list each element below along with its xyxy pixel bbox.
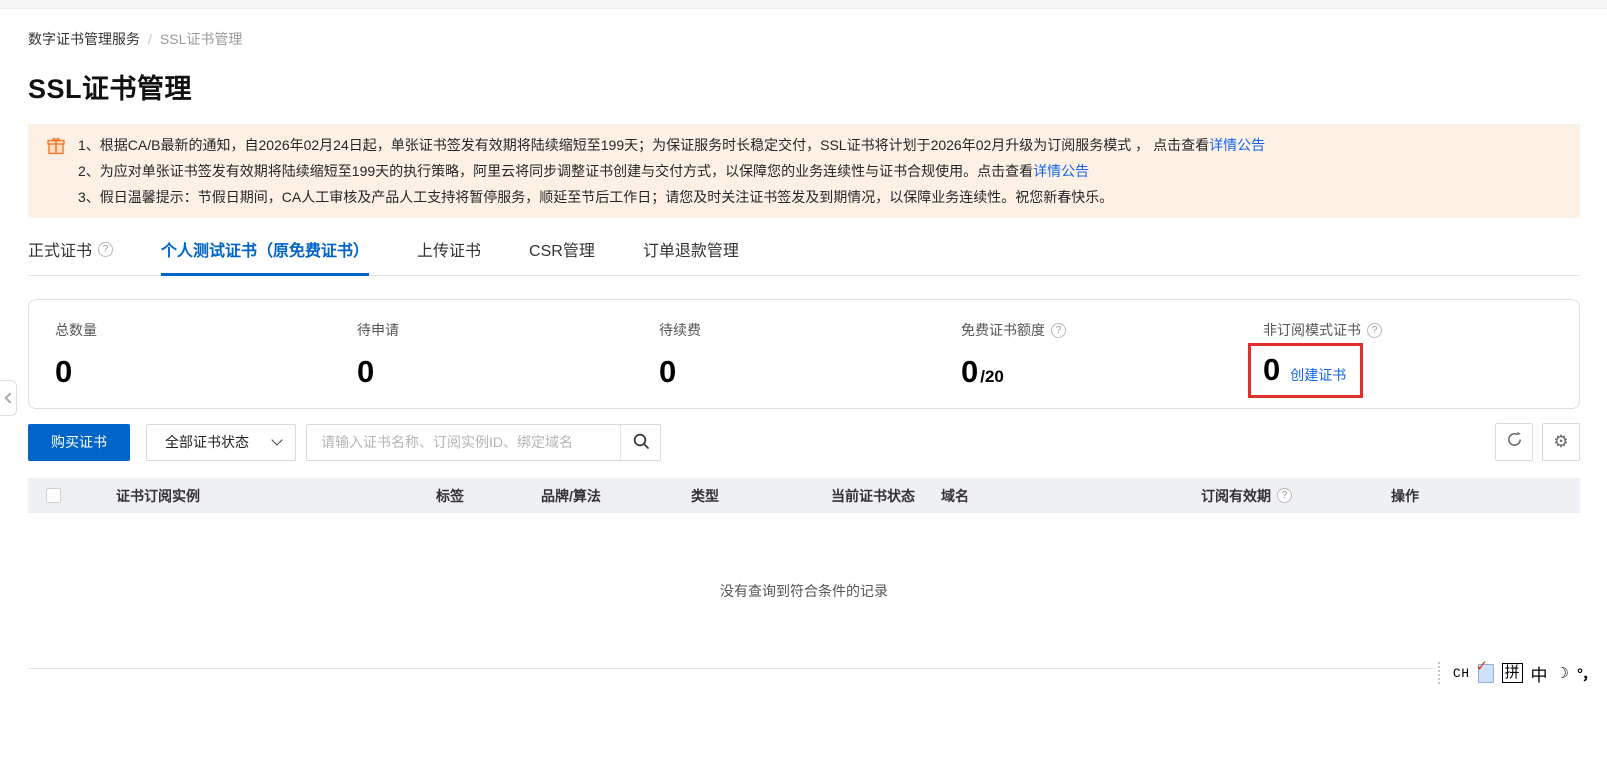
buy-certificate-button[interactable]: 购买证书 [28, 424, 130, 461]
tab-csr-management[interactable]: CSR管理 [529, 237, 595, 275]
ime-punctuation-indicator[interactable]: °， [1577, 663, 1596, 684]
settings-button[interactable]: ⚙ [1542, 423, 1580, 461]
tab-upload-certs[interactable]: 上传证书 [417, 237, 481, 275]
window-top-strip [0, 0, 1607, 9]
tab-official-certs-label: 正式证书 [28, 237, 92, 261]
tab-csr-management-label: CSR管理 [529, 237, 595, 261]
notice-line-1: 1、根据CA/B最新的通知，自2026年02月24日起，单张证书签发有效期将陆续… [78, 132, 1562, 158]
tab-order-refund-label: 订单退款管理 [643, 237, 739, 261]
breadcrumb-current: SSL证书管理 [160, 29, 242, 49]
breadcrumb-root[interactable]: 数字证书管理服务 [28, 29, 140, 49]
ime-notepad-icon[interactable]: ✓ [1478, 664, 1494, 683]
stat-total-label: 总数量 [55, 320, 357, 340]
notice-banner: 1、根据CA/B最新的通知，自2026年02月24日起，单张证书签发有效期将陆续… [28, 124, 1580, 218]
annotation-highlight-box: 0 创建证书 [1248, 343, 1363, 398]
column-header-action[interactable]: 操作 [1375, 486, 1580, 506]
chevron-down-icon [271, 434, 282, 445]
ime-language-bar: CH ✓ 拼 中 ☽ °， [1436, 659, 1598, 687]
select-all-checkbox[interactable] [46, 488, 61, 503]
empty-state: 没有查询到符合条件的记录 [28, 513, 1580, 669]
stat-pending-renew-label: 待续费 [659, 320, 961, 340]
notice-link-1[interactable]: 详情公告 [1209, 137, 1265, 153]
sidebar-collapse-handle[interactable] [0, 380, 17, 416]
notice-line-3: 3、假日温馨提示：节假日期间，CA人工审核及产品人工支持将暂停服务，顺延至节后工… [78, 184, 1562, 210]
notice-lines: 1、根据CA/B最新的通知，自2026年02月24日起，单张证书签发有效期将陆续… [78, 132, 1562, 210]
stat-pending-apply-value: 0 [357, 356, 374, 387]
ime-pinyin-indicator[interactable]: 拼 [1502, 663, 1523, 683]
notice-link-2[interactable]: 详情公告 [1033, 163, 1089, 179]
column-header-status[interactable]: 当前证书状态 [815, 486, 925, 506]
search-icon [632, 432, 650, 453]
tab-official-certs[interactable]: 正式证书 ? [28, 237, 113, 275]
stat-non-subscription: 非订阅模式证书 ? 0 创建证书 [1263, 320, 1565, 408]
search-button[interactable] [620, 425, 660, 460]
help-icon[interactable]: ? [1051, 323, 1066, 338]
stat-pending-apply: 待申请 0 [357, 320, 659, 408]
tab-personal-test-certs-label: 个人测试证书（原免费证书） [161, 237, 369, 261]
select-all-cell [28, 488, 100, 503]
search-box [306, 424, 661, 461]
stat-non-subscription-value: 0 [1263, 354, 1280, 385]
help-icon[interactable]: ? [1277, 488, 1292, 503]
tab-upload-certs-label: 上传证书 [417, 237, 481, 261]
column-header-tag[interactable]: 标签 [420, 486, 525, 506]
stat-pending-renew: 待续费 0 [659, 320, 961, 408]
stat-free-quota-value: 0 [961, 356, 978, 387]
stat-total: 总数量 0 [55, 320, 357, 408]
certificate-status-filter[interactable]: 全部证书状态 [146, 424, 296, 461]
column-header-domain[interactable]: 域名 [925, 486, 1185, 506]
search-input[interactable] [307, 425, 620, 460]
gift-icon [46, 136, 66, 156]
stat-free-quota-suffix: /20 [980, 367, 1004, 387]
empty-state-text: 没有查询到符合条件的记录 [720, 581, 888, 601]
toolbar-right-actions: ⚙ [1495, 423, 1580, 461]
certificate-status-filter-value: 全部证书状态 [165, 432, 249, 452]
tab-order-refund[interactable]: 订单退款管理 [643, 237, 739, 275]
table-header-row: 证书订阅实例 标签 品牌/算法 类型 当前证书状态 域名 订阅有效期 ? 操作 [28, 478, 1580, 513]
tab-personal-test-certs[interactable]: 个人测试证书（原免费证书） [161, 237, 369, 276]
ssl-console-page: 数字证书管理服务 / SSL证书管理 SSL证书管理 1、根据CA/B最新的通知… [0, 29, 1607, 669]
notice-text-1: 1、根据CA/B最新的通知，自2026年02月24日起，单张证书签发有效期将陆续… [78, 137, 1209, 153]
stats-card: 总数量 0 待申请 0 待续费 0 免费证书额度 ? 0 /20 非订阅模式证书… [28, 299, 1580, 409]
notice-text-3: 3、假日温馨提示：节假日期间，CA人工审核及产品人工支持将暂停服务，顺延至节后工… [78, 189, 1113, 205]
stat-non-subscription-label: 非订阅模式证书 ? [1263, 320, 1565, 340]
create-certificate-link[interactable]: 创建证书 [1290, 365, 1346, 385]
refresh-button[interactable] [1495, 423, 1533, 461]
ime-fullwidth-moon-icon[interactable]: ☽ [1556, 664, 1569, 682]
tab-bar: 正式证书 ? 个人测试证书（原免费证书） 上传证书 CSR管理 订单退款管理 [28, 234, 1580, 276]
ime-check-icon: ✓ [1476, 659, 1489, 674]
column-header-brand[interactable]: 品牌/算法 [525, 486, 675, 506]
gear-icon: ⚙ [1553, 432, 1568, 452]
stat-free-quota: 免费证书额度 ? 0 /20 [961, 320, 1263, 408]
help-icon[interactable]: ? [1367, 323, 1382, 338]
stat-free-quota-label: 免费证书额度 ? [961, 320, 1263, 340]
breadcrumb-separator: / [148, 31, 152, 47]
certificate-table: 证书订阅实例 标签 品牌/算法 类型 当前证书状态 域名 订阅有效期 ? 操作 … [28, 478, 1580, 669]
chevron-left-icon [4, 392, 15, 403]
help-icon[interactable]: ? [98, 242, 113, 257]
column-header-type[interactable]: 类型 [675, 486, 815, 506]
notice-text-2: 2、为应对单张证书签发有效期将陆续缩短至199天的执行策略，阿里云将同步调整证书… [78, 163, 1033, 179]
stat-pending-apply-label: 待申请 [357, 320, 659, 340]
list-toolbar: 购买证书 全部证书状态 [28, 423, 1580, 461]
column-header-validity[interactable]: 订阅有效期 ? [1185, 486, 1375, 506]
ime-drag-handle[interactable] [1438, 662, 1443, 684]
stat-total-value: 0 [55, 356, 72, 387]
page-title: SSL证书管理 [28, 67, 1580, 106]
ime-chinese-mode-indicator[interactable]: 中 [1531, 661, 1548, 686]
ime-language-indicator[interactable]: CH [1453, 666, 1470, 681]
column-header-instance[interactable]: 证书订阅实例 [100, 486, 420, 506]
refresh-icon [1506, 431, 1523, 453]
notice-line-2: 2、为应对单张证书签发有效期将陆续缩短至199天的执行策略，阿里云将同步调整证书… [78, 158, 1562, 184]
stat-pending-renew-value: 0 [659, 356, 676, 387]
breadcrumb: 数字证书管理服务 / SSL证书管理 [28, 29, 1580, 49]
